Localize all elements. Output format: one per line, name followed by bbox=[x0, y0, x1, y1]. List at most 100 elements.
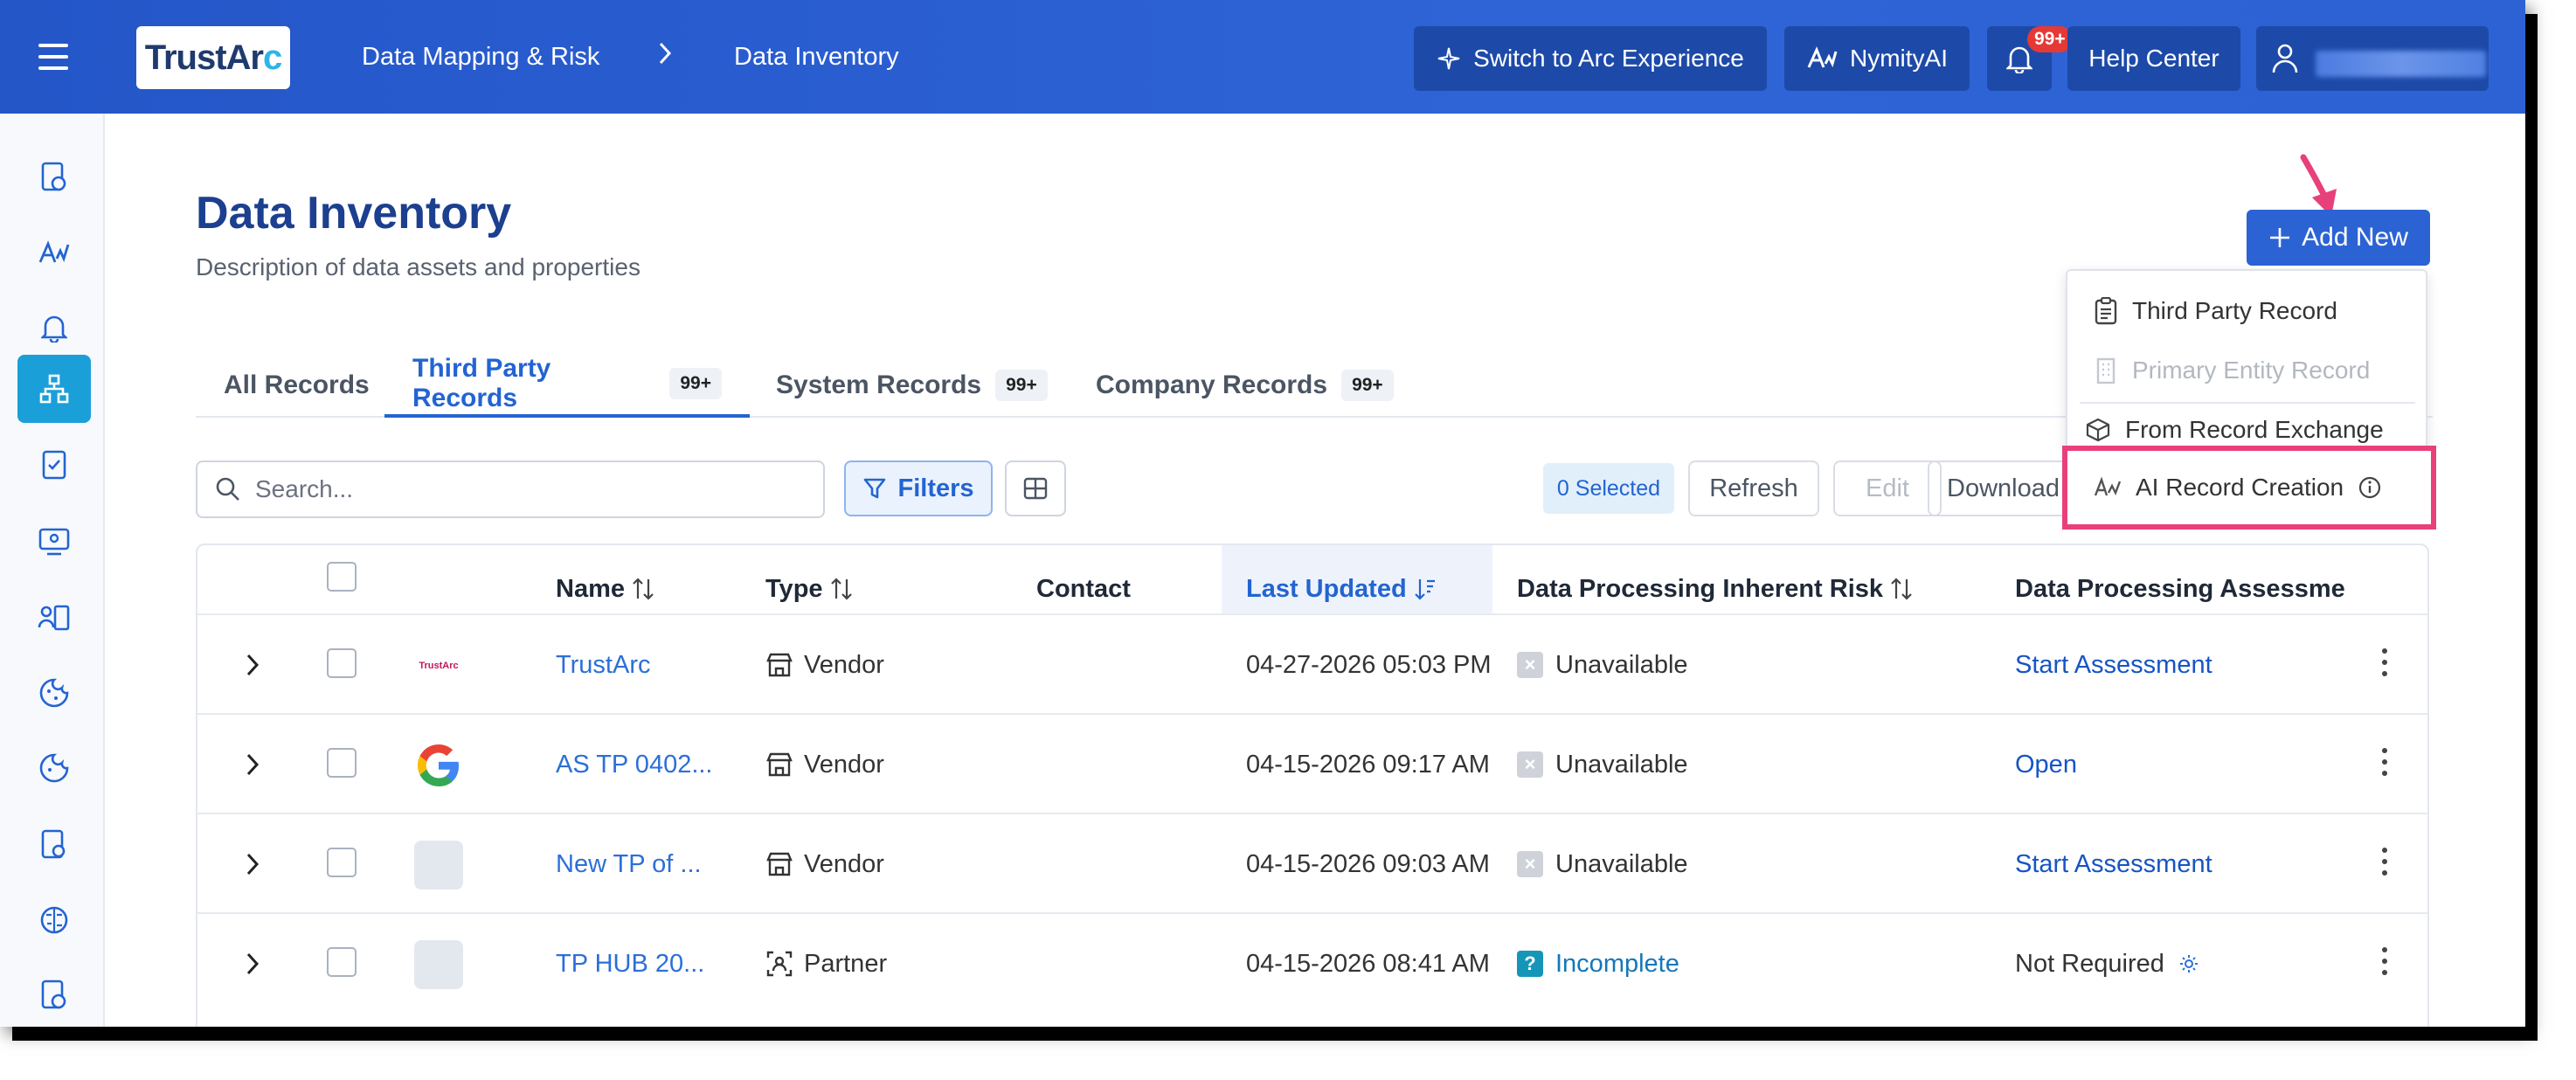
notification-count-badge: 99+ bbox=[2027, 26, 2073, 52]
sidebar-item-people[interactable] bbox=[17, 584, 91, 652]
tab-third-party-records[interactable]: Third Party Records 99+ bbox=[384, 353, 750, 418]
row-checkbox[interactable] bbox=[327, 748, 357, 778]
search-input[interactable] bbox=[255, 475, 779, 503]
sidebar-item-ai-governance[interactable] bbox=[17, 886, 91, 954]
table-row[interactable]: TP HUB 20... Partner 04-15-2026 08:41 AM… bbox=[197, 912, 2427, 1014]
edit-button[interactable]: Edit bbox=[1833, 460, 1942, 516]
column-header-type[interactable]: Type bbox=[765, 561, 853, 617]
record-last-updated: 04-15-2026 09:03 AM bbox=[1246, 849, 1490, 878]
column-header-assessment[interactable]: Data Processing Assessme bbox=[2015, 561, 2345, 617]
filters-button[interactable]: Filters bbox=[844, 460, 993, 516]
trustarc-logo[interactable]: TrustAr c bbox=[136, 26, 290, 89]
cookie-icon bbox=[39, 753, 69, 783]
bell-icon bbox=[41, 315, 67, 343]
redacted-username bbox=[2316, 51, 2486, 77]
sort-icon bbox=[633, 578, 654, 600]
sidebar-item-data-mapping[interactable] bbox=[17, 355, 91, 423]
unavailable-icon: × bbox=[1517, 751, 1543, 778]
download-button[interactable]: Download bbox=[1928, 460, 2076, 516]
sparkle-icon bbox=[1437, 47, 1460, 70]
bell-icon bbox=[2006, 46, 2032, 73]
partner-icon bbox=[766, 951, 793, 977]
sidebar-item-alerts[interactable] bbox=[17, 294, 91, 362]
logo-text: TrustAr bbox=[144, 38, 264, 77]
gear-icon[interactable] bbox=[2178, 953, 2199, 974]
info-icon[interactable] bbox=[2358, 475, 2382, 500]
table-row[interactable]: New TP of ... Vendor 04-15-2026 09:03 AM… bbox=[197, 813, 2427, 914]
record-name-link[interactable]: TrustArc bbox=[556, 615, 739, 715]
unavailable-icon: × bbox=[1517, 851, 1543, 877]
sidebar-item-dashboard[interactable] bbox=[17, 143, 91, 211]
cookie-icon bbox=[39, 678, 69, 708]
sidebar-item-consent[interactable] bbox=[17, 734, 91, 802]
table-row[interactable]: G AS TP 0402... Vendor 04-15-2026 09:17 … bbox=[197, 713, 2427, 814]
sort-icon bbox=[830, 578, 852, 600]
user-list-icon bbox=[38, 605, 70, 631]
user-icon bbox=[2272, 44, 2298, 73]
tab-all-records[interactable]: All Records bbox=[224, 353, 370, 418]
column-header-name[interactable]: Name bbox=[556, 561, 654, 617]
nymityai-button[interactable]: NymityAI bbox=[1784, 26, 1970, 91]
column-header-risk[interactable]: Data Processing Inherent Risk bbox=[1517, 561, 1913, 617]
row-more-icon[interactable] bbox=[2382, 748, 2389, 779]
nymity-ai-icon bbox=[38, 240, 70, 263]
tab-label: System Records bbox=[776, 370, 982, 399]
switch-experience-button[interactable]: Switch to Arc Experience bbox=[1414, 26, 1767, 91]
start-assessment-link[interactable]: Start Assessment bbox=[2015, 615, 2347, 715]
start-assessment-link[interactable]: Start Assessment bbox=[2015, 814, 2347, 914]
menu-icon[interactable] bbox=[38, 44, 68, 70]
risk-label: Unavailable bbox=[1555, 650, 1688, 679]
tab-system-records[interactable]: System Records 99+ bbox=[776, 353, 1048, 418]
select-all-checkbox[interactable] bbox=[327, 562, 357, 592]
refresh-button[interactable]: Refresh bbox=[1688, 460, 1819, 516]
record-last-updated: 04-15-2026 09:17 AM bbox=[1246, 750, 1490, 779]
tab-company-records[interactable]: Company Records 99+ bbox=[1096, 353, 1394, 418]
record-name-link[interactable]: AS TP 0402... bbox=[556, 715, 739, 814]
record-type: Vendor bbox=[765, 715, 993, 814]
sidebar-item-reports[interactable] bbox=[17, 961, 91, 1027]
table-row[interactable]: TrustArc TrustArc Vendor 04-27-2026 05:0… bbox=[197, 613, 2427, 715]
sidebar-item-assessments[interactable] bbox=[17, 430, 91, 498]
sidebar-item-training[interactable] bbox=[17, 507, 91, 575]
menu-item-ai-record-creation[interactable]: AI Record Creation bbox=[2062, 446, 2436, 530]
help-center-label: Help Center bbox=[2088, 45, 2219, 72]
building-icon bbox=[2096, 357, 2116, 384]
chevron-right-icon bbox=[246, 753, 260, 776]
sidebar-item-cookies[interactable] bbox=[17, 659, 91, 727]
breadcrumb-data-mapping[interactable]: Data Mapping & Risk bbox=[362, 43, 599, 72]
logo-placeholder bbox=[414, 940, 463, 989]
assessment-label: Not Required bbox=[2015, 949, 2164, 978]
column-header-contact[interactable]: Contact bbox=[1036, 561, 1131, 617]
add-new-button[interactable]: Add New bbox=[2247, 210, 2430, 266]
tab-label: Third Party Records bbox=[412, 354, 551, 412]
row-more-icon[interactable] bbox=[2382, 848, 2389, 879]
menu-item-third-party-record[interactable]: Third Party Record bbox=[2067, 283, 2426, 339]
column-header-last-updated[interactable]: Last Updated bbox=[1246, 561, 1437, 617]
sidebar-item-documents[interactable] bbox=[17, 811, 91, 879]
assessment-status: Not Required bbox=[2015, 914, 2347, 1014]
columns-button[interactable] bbox=[1005, 460, 1066, 516]
sidebar-item-nymityai[interactable] bbox=[17, 218, 91, 287]
menu-item-primary-entity-record[interactable]: Primary Entity Record bbox=[2067, 343, 2426, 398]
help-center-button[interactable]: Help Center bbox=[2067, 26, 2240, 91]
row-checkbox[interactable] bbox=[327, 947, 357, 977]
record-risk[interactable]: ? Incomplete bbox=[1517, 914, 1989, 1014]
selected-count: 0 Selected bbox=[1543, 463, 1674, 514]
clipboard-check-icon bbox=[42, 450, 66, 480]
expand-row-button[interactable] bbox=[239, 814, 266, 914]
chevron-right-icon bbox=[246, 853, 260, 876]
expand-row-button[interactable] bbox=[239, 715, 266, 814]
record-name-link[interactable]: New TP of ... bbox=[556, 814, 739, 914]
record-risk: × Unavailable bbox=[1517, 715, 1989, 814]
record-type-label: Vendor bbox=[804, 849, 884, 878]
open-assessment-link[interactable]: Open bbox=[2015, 715, 2347, 814]
row-more-icon[interactable] bbox=[2382, 947, 2389, 979]
filters-label: Filters bbox=[897, 474, 974, 502]
expand-row-button[interactable] bbox=[239, 615, 266, 715]
row-checkbox[interactable] bbox=[327, 648, 357, 678]
row-more-icon[interactable] bbox=[2382, 648, 2389, 680]
expand-row-button[interactable] bbox=[239, 914, 266, 1014]
record-name-link[interactable]: TP HUB 20... bbox=[556, 914, 739, 1014]
record-risk: × Unavailable bbox=[1517, 615, 1989, 715]
row-checkbox[interactable] bbox=[327, 848, 357, 877]
